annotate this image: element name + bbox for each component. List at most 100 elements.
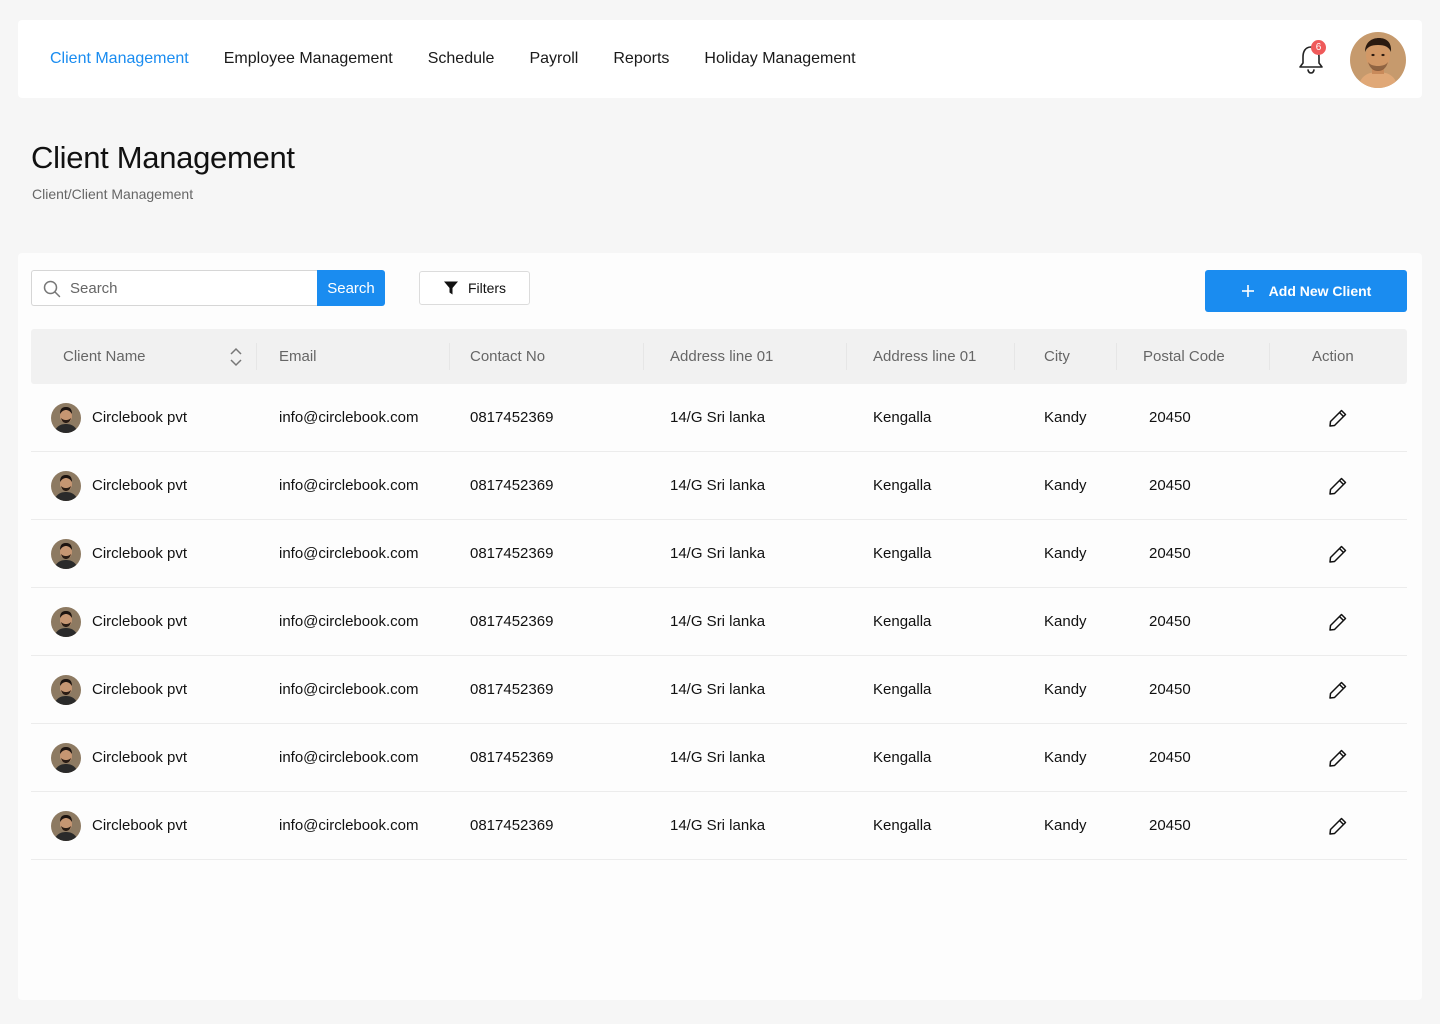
client-address-2: Kengalla (873, 409, 932, 426)
main-nav: Client Management Employee Management Sc… (50, 20, 891, 98)
nav-reports[interactable]: Reports (613, 50, 669, 68)
col-client-name[interactable]: Client Name (63, 329, 146, 384)
column-divider (1116, 343, 1117, 370)
edit-pencil-icon[interactable] (1328, 476, 1348, 496)
client-avatar (51, 403, 81, 433)
column-divider (449, 343, 450, 370)
edit-pencil-icon[interactable] (1328, 816, 1348, 836)
edit-pencil-icon[interactable] (1328, 408, 1348, 428)
client-postal-code: 20450 (1149, 749, 1191, 766)
nav-holiday-management[interactable]: Holiday Management (704, 50, 855, 68)
nav-schedule[interactable]: Schedule (428, 50, 495, 68)
client-contact: 0817452369 (470, 817, 554, 834)
top-nav-bar: Client Management Employee Management Sc… (18, 20, 1422, 98)
client-contact: 0817452369 (470, 545, 554, 562)
client-address-2: Kengalla (873, 749, 932, 766)
client-avatar (51, 675, 81, 705)
col-address-line-2: Address line 01 (873, 348, 977, 365)
client-contact: 0817452369 (470, 681, 554, 698)
client-avatar (51, 743, 81, 773)
table-row: Circlebook pvt info@circlebook.com 08174… (31, 384, 1407, 452)
client-contact: 0817452369 (470, 409, 554, 426)
search-input[interactable] (70, 271, 310, 305)
client-avatar (51, 471, 81, 501)
notification-badge: 6 (1311, 40, 1326, 55)
client-email: info@circlebook.com (279, 613, 419, 630)
client-address-2: Kengalla (873, 613, 932, 630)
add-new-client-button[interactable]: Add New Client (1205, 270, 1407, 312)
page-title: Client Management (31, 140, 295, 175)
sort-icon[interactable] (229, 347, 243, 367)
client-address-2: Kengalla (873, 817, 932, 834)
client-avatar (51, 607, 81, 637)
add-new-client-label: Add New Client (1268, 283, 1372, 299)
nav-payroll[interactable]: Payroll (529, 50, 578, 68)
col-address-line-1: Address line 01 (670, 348, 774, 365)
col-postal-code: Postal Code (1143, 348, 1225, 365)
client-postal-code: 20450 (1149, 409, 1191, 426)
column-divider (1269, 343, 1270, 370)
client-postal-code: 20450 (1149, 681, 1191, 698)
client-address-1: 14/G Sri lanka (670, 409, 766, 426)
col-action: Action (1312, 348, 1354, 365)
client-table-panel: Search Filters Add New Client Client Nam… (18, 253, 1422, 1000)
client-postal-code: 20450 (1149, 817, 1191, 834)
table-row: Circlebook pvt info@circlebook.com 08174… (31, 588, 1407, 656)
filters-button-label: Filters (467, 280, 507, 296)
table-row: Circlebook pvt info@circlebook.com 08174… (31, 452, 1407, 520)
plus-icon (1241, 285, 1254, 297)
breadcrumb: Client/Client Management (32, 186, 194, 202)
column-divider (643, 343, 644, 370)
client-name: Circlebook pvt (92, 681, 188, 698)
table-row: Circlebook pvt info@circlebook.com 08174… (31, 520, 1407, 588)
client-email: info@circlebook.com (279, 681, 419, 698)
client-name: Circlebook pvt (92, 545, 188, 562)
client-name: Circlebook pvt (92, 817, 188, 834)
client-name: Circlebook pvt (92, 477, 188, 494)
edit-pencil-icon[interactable] (1328, 544, 1348, 564)
filters-button[interactable]: Filters (419, 271, 530, 305)
table-row: Circlebook pvt info@circlebook.com 08174… (31, 792, 1407, 860)
edit-pencil-icon[interactable] (1328, 680, 1348, 700)
client-email: info@circlebook.com (279, 749, 419, 766)
client-address-1: 14/G Sri lanka (670, 817, 766, 834)
nav-client-management[interactable]: Client Management (50, 50, 189, 68)
col-city: City (1044, 348, 1070, 365)
client-city: Kandy (1044, 477, 1087, 494)
nav-employee-management[interactable]: Employee Management (224, 50, 393, 68)
client-city: Kandy (1044, 749, 1087, 766)
client-postal-code: 20450 (1149, 545, 1191, 562)
client-name: Circlebook pvt (92, 409, 188, 426)
column-divider (1014, 343, 1015, 370)
client-address-2: Kengalla (873, 477, 932, 494)
client-address-1: 14/G Sri lanka (670, 749, 766, 766)
client-city: Kandy (1044, 545, 1087, 562)
client-email: info@circlebook.com (279, 817, 419, 834)
client-email: info@circlebook.com (279, 477, 419, 494)
client-city: Kandy (1044, 681, 1087, 698)
edit-pencil-icon[interactable] (1328, 748, 1348, 768)
client-address-2: Kengalla (873, 545, 932, 562)
client-contact: 0817452369 (470, 477, 554, 494)
edit-pencil-icon[interactable] (1328, 612, 1348, 632)
table-row: Circlebook pvt info@circlebook.com 08174… (31, 724, 1407, 792)
col-email: Email (279, 348, 317, 365)
column-divider (256, 343, 257, 370)
table-row: Circlebook pvt info@circlebook.com 08174… (31, 656, 1407, 724)
search-button[interactable]: Search (317, 270, 385, 306)
client-city: Kandy (1044, 817, 1087, 834)
client-address-1: 14/G Sri lanka (670, 681, 766, 698)
search-box (31, 270, 317, 306)
client-name: Circlebook pvt (92, 749, 188, 766)
client-address-1: 14/G Sri lanka (670, 477, 766, 494)
client-postal-code: 20450 (1149, 477, 1191, 494)
search-icon (43, 280, 61, 298)
client-name: Circlebook pvt (92, 613, 188, 630)
client-address-1: 14/G Sri lanka (670, 613, 766, 630)
client-email: info@circlebook.com (279, 409, 419, 426)
client-avatar (51, 539, 81, 569)
column-divider (846, 343, 847, 370)
client-contact: 0817452369 (470, 749, 554, 766)
client-city: Kandy (1044, 613, 1087, 630)
user-avatar[interactable] (1350, 32, 1406, 88)
